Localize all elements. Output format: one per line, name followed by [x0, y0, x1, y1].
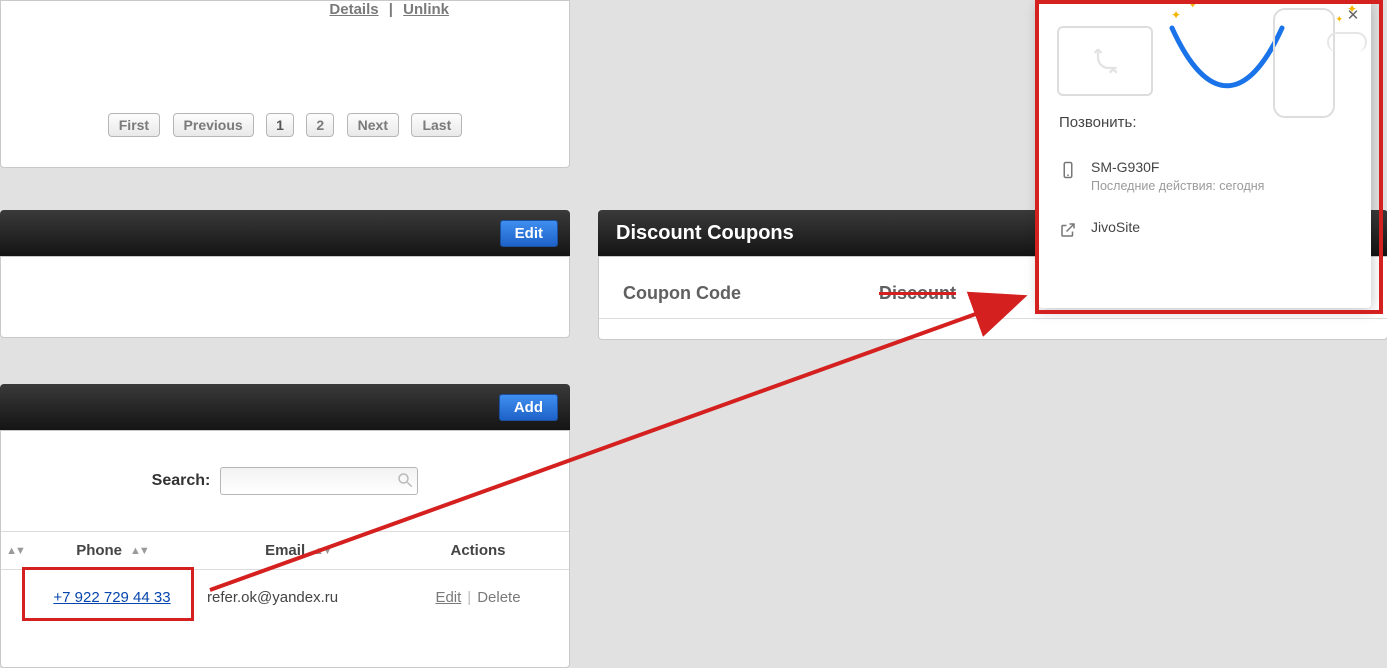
table-row: +7 922 729 44 33 refer.ok@yandex.ru Edit…	[1, 579, 569, 616]
pager-previous-button[interactable]: Previous	[173, 113, 254, 137]
sort-icon: ▲▼	[313, 545, 331, 557]
coupons-title: Discount Coupons	[616, 222, 794, 245]
grid-header: ▲▼ Phone▲▼ Email▲▼ Actions	[1, 531, 569, 570]
popup-illustration: ✦ ✦ ✦ ✦	[1039, 0, 1371, 100]
grid-header-email[interactable]: Email▲▼	[203, 532, 393, 569]
panel-mid-header: Edit	[0, 210, 570, 256]
panel-bot-header: Add	[0, 384, 570, 430]
curve-icon	[1167, 10, 1287, 100]
add-button[interactable]: Add	[499, 394, 558, 421]
device-name: SM-G930F	[1091, 159, 1264, 175]
pager-last-button[interactable]: Last	[411, 113, 462, 137]
search-label: Search:	[152, 472, 211, 490]
search-input[interactable]	[220, 467, 418, 495]
top-action-links: Details | Unlink	[329, 1, 449, 18]
row-delete-link[interactable]: Delete	[477, 589, 520, 606]
search-row: Search:	[1, 467, 569, 495]
grid-header-actions: Actions	[393, 532, 563, 569]
phone-link[interactable]: +7 922 729 44 33	[53, 589, 170, 606]
popup-app-item[interactable]: JivoSite	[1059, 209, 1351, 255]
pager-first-button[interactable]: First	[108, 113, 160, 137]
pager-page-2-button[interactable]: 2	[306, 113, 334, 137]
separator: |	[389, 1, 393, 18]
unlink-link[interactable]: Unlink	[403, 1, 449, 18]
panel-bot-body: Search: ▲▼ Phone▲▼ Email▲▼ Actions +7 92…	[0, 430, 570, 668]
pager-next-button[interactable]: Next	[347, 113, 399, 137]
separator: |	[467, 589, 471, 606]
pager: First Previous 1 2 Next Last	[1, 113, 569, 137]
top-panel: Details | Unlink First Previous 1 2 Next…	[0, 0, 570, 168]
sparkle-icon: ✦	[1347, 2, 1357, 16]
panel-mid-body	[0, 256, 570, 338]
search-icon[interactable]	[396, 471, 414, 489]
monitor-icon	[1057, 26, 1153, 96]
row-edit-link[interactable]: Edit	[435, 589, 461, 606]
pager-page-1-button[interactable]: 1	[266, 113, 294, 137]
discount-header: Discount	[859, 283, 1059, 304]
popup-device-item[interactable]: SM-G930F Последние действия: сегодня	[1059, 149, 1351, 209]
grid-sort-leading[interactable]: ▲▼	[1, 532, 21, 569]
cloud-icon	[1327, 32, 1367, 52]
sort-icon: ▲▼	[130, 545, 148, 557]
sparkle-icon: ✦	[1335, 14, 1343, 25]
device-subtitle: Последние действия: сегодня	[1091, 179, 1264, 193]
phone-outline-icon	[1273, 8, 1335, 118]
edit-button[interactable]: Edit	[500, 220, 558, 247]
external-link-icon	[1059, 221, 1077, 239]
coupon-code-header: Coupon Code	[599, 283, 859, 304]
email-cell: refer.ok@yandex.ru	[207, 589, 338, 606]
smartphone-icon	[1059, 161, 1077, 179]
app-name: JivoSite	[1091, 219, 1140, 235]
grid-header-phone[interactable]: Phone▲▼	[21, 532, 203, 569]
call-popup: ✕ ✦ ✦ ✦ ✦ Позвонить: SM-G930F Последние …	[1039, 0, 1371, 308]
details-link[interactable]: Details	[329, 1, 378, 18]
